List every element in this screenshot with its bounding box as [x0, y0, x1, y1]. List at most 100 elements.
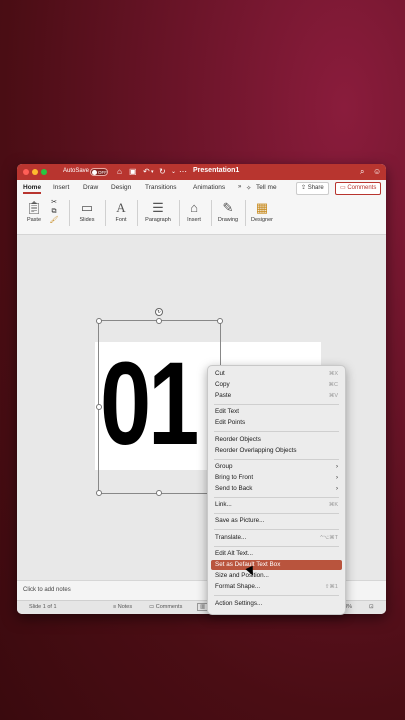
menu-separator	[214, 529, 339, 530]
customize-toolbar-icon[interactable]: ⌄	[171, 166, 176, 178]
insert-label: Insert	[187, 217, 201, 223]
toolbar-divider	[137, 200, 138, 226]
paragraph-icon: ☰	[152, 200, 164, 215]
text-box-selection[interactable]	[98, 320, 221, 494]
close-window-button[interactable]	[23, 169, 29, 175]
menu-separator	[214, 513, 339, 514]
redo-icon[interactable]: ↻	[159, 166, 166, 178]
menu-item-action-settings[interactable]: Action Settings...	[211, 599, 342, 609]
fit-slide-icon[interactable]: ⊡	[369, 604, 374, 610]
undo-icon[interactable]: ↶	[143, 166, 150, 178]
menu-shortcut: ⌘C	[328, 382, 338, 388]
menu-label: Action Settings...	[215, 600, 263, 607]
menu-item-set-default-text-box[interactable]: Set as Default Text Box	[211, 560, 342, 570]
menu-item-bring-to-front[interactable]: Bring to Front ›	[211, 473, 342, 483]
share-button[interactable]: ⇪ Share	[296, 182, 329, 195]
autosave-toggle[interactable]: OFF	[90, 167, 108, 176]
menu-item-format-shape[interactable]: Format Shape... ⇧⌘1	[211, 582, 342, 592]
font-tool[interactable]: A Font	[111, 198, 131, 223]
notes-toggle[interactable]: ≡ Notes	[113, 604, 132, 610]
menu-label: Send to Back	[215, 485, 253, 492]
menu-item-edit-alt-text[interactable]: Edit Alt Text...	[211, 549, 342, 559]
comments-toggle[interactable]: ▭ Comments	[149, 604, 182, 610]
zoom-window-button[interactable]	[41, 169, 47, 175]
menu-item-group[interactable]: Group ›	[211, 462, 342, 472]
paragraph-tool[interactable]: ☰ Paragraph	[143, 198, 173, 223]
menu-shortcut: ⇧⌘1	[324, 584, 338, 590]
tab-transitions[interactable]: Transitions	[145, 184, 177, 191]
tab-insert[interactable]: Insert	[53, 184, 69, 191]
more-tabs-icon[interactable]: »	[238, 184, 241, 190]
tab-tell-me[interactable]: Tell me	[256, 184, 277, 191]
toggle-knob	[92, 169, 97, 175]
menu-item-copy[interactable]: Copy ⌘C	[211, 380, 342, 390]
menu-item-link[interactable]: Link... ⌘K	[211, 500, 342, 510]
font-label: Font	[115, 217, 127, 223]
menu-label: Reorder Overlapping Objects	[215, 447, 297, 454]
rotate-handle-icon[interactable]: ↻	[155, 308, 163, 316]
tab-design[interactable]: Design	[111, 184, 131, 191]
toolbar-divider	[105, 200, 106, 226]
ribbon-tabs: Home Insert Draw Design Transitions Anim…	[17, 180, 386, 196]
menu-item-edit-text[interactable]: Edit Text	[211, 407, 342, 417]
share-icon: ⇪	[301, 185, 307, 191]
menu-label: Bring to Front	[215, 474, 254, 481]
resize-handle[interactable]	[96, 318, 102, 324]
menu-shortcut: ⌘X	[328, 371, 338, 377]
menu-item-translate[interactable]: Translate... ^⌥⌘T	[211, 533, 342, 543]
tab-home[interactable]: Home	[23, 184, 42, 194]
minimize-window-button[interactable]	[32, 169, 38, 175]
drawing-tool[interactable]: ✎ Drawing	[215, 198, 241, 223]
menu-item-save-as-picture[interactable]: Save as Picture...	[211, 516, 342, 526]
comment-icon: ▭	[340, 185, 346, 191]
drawing-icon: ✎	[222, 200, 234, 215]
menu-item-paste[interactable]: Paste ⌘V	[211, 391, 342, 401]
resize-handle[interactable]	[217, 318, 223, 324]
menu-separator	[214, 404, 339, 405]
comments-button[interactable]: ▭ Comments	[335, 182, 382, 195]
title-bar: AutoSave OFF ⌂ ▣ ↶ ▾ ↻ ⌄ ⋯ Presentation1…	[17, 164, 386, 180]
menu-label: Edit Text	[215, 408, 240, 415]
menu-item-cut[interactable]: Cut ⌘X	[211, 369, 342, 379]
context-menu: Cut ⌘X Copy ⌘C Paste ⌘V Edit Text Edit Poin…	[207, 365, 346, 615]
submenu-arrow-icon: ›	[336, 464, 338, 470]
menu-label: Link...	[215, 501, 232, 508]
resize-handle[interactable]	[156, 490, 162, 496]
copy-icon[interactable]: ⧉	[47, 207, 61, 216]
designer-tool[interactable]: ▦ Designer	[249, 198, 275, 223]
autosave-state: OFF	[98, 169, 107, 175]
comments-label: Comments	[347, 185, 377, 191]
slides-tool[interactable]: ▭ Slides	[75, 198, 99, 223]
menu-label: Save as Picture...	[215, 517, 265, 524]
font-icon: A	[116, 200, 126, 215]
paste-tool[interactable]: 📋︎ Paste	[23, 198, 45, 223]
resize-handle[interactable]	[156, 318, 162, 324]
insert-tool[interactable]: ⌂ Insert	[183, 198, 205, 223]
format-painter-icon[interactable]: 🖌︎	[47, 216, 61, 225]
comments-status-label: Comments	[155, 604, 183, 610]
menu-label: Edit Alt Text...	[215, 550, 254, 557]
search-icon[interactable]: ⌕	[360, 166, 364, 178]
cut-icon[interactable]: ✂	[47, 198, 61, 207]
menu-item-send-to-back[interactable]: Send to Back ›	[211, 484, 342, 494]
tab-animations[interactable]: Animations	[193, 184, 225, 191]
toolbar-divider	[69, 200, 70, 226]
menu-separator	[214, 497, 339, 498]
slides-label: Slides	[79, 217, 95, 223]
designer-label: Designer	[250, 217, 273, 223]
account-icon[interactable]: ☺	[373, 166, 381, 178]
menu-item-edit-points[interactable]: Edit Points	[211, 418, 342, 428]
menu-item-reorder-overlapping[interactable]: Reorder Overlapping Objects	[211, 446, 342, 456]
menu-label: Format Shape...	[215, 583, 261, 590]
tab-draw[interactable]: Draw	[83, 184, 98, 191]
home-icon[interactable]: ⌂	[117, 166, 122, 178]
menu-item-size-and-position[interactable]: Size and Position...	[211, 571, 342, 581]
undo-dropdown-icon[interactable]: ▾	[151, 166, 154, 178]
resize-handle[interactable]	[96, 404, 102, 410]
menu-separator	[214, 431, 339, 432]
more-icon[interactable]: ⋯	[179, 166, 187, 178]
slide-counter: Slide 1 of 1	[29, 604, 57, 610]
menu-item-reorder-objects[interactable]: Reorder Objects	[211, 435, 342, 445]
save-icon[interactable]: ▣	[129, 166, 137, 178]
resize-handle[interactable]	[96, 490, 102, 496]
